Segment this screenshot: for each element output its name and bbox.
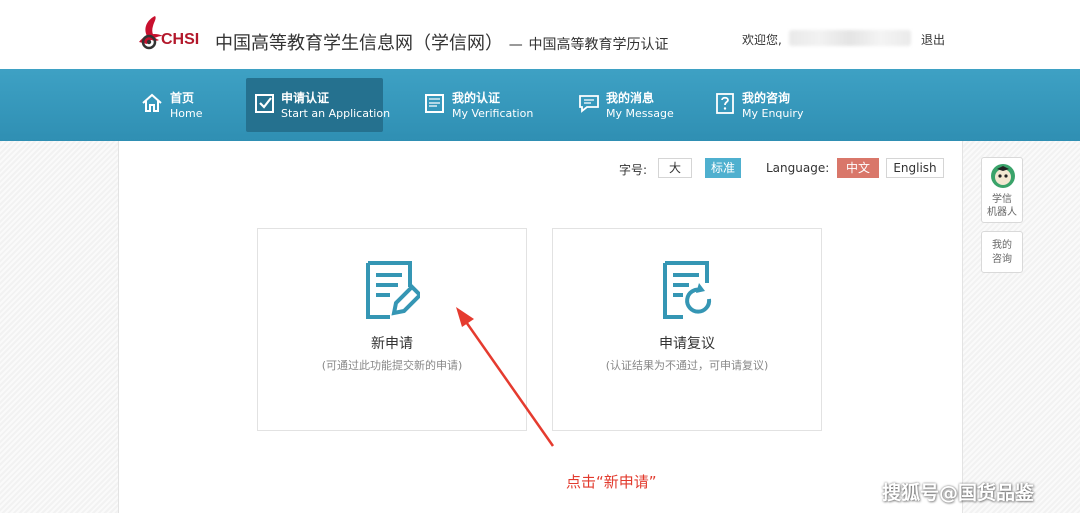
nav-label-en: My Verification xyxy=(452,107,534,120)
nav-label-zh: 我的咨询 xyxy=(742,91,791,105)
nav-label-zh: 我的认证 xyxy=(452,91,501,105)
watermark: 搜狐号@国货品鉴 xyxy=(882,482,1035,504)
language-label: Language: xyxy=(766,161,830,175)
nav-label-en: Start an Application xyxy=(281,107,391,120)
refresh-document-icon xyxy=(663,261,712,319)
robot-assistant-button[interactable]: 学信 机器人 xyxy=(981,157,1023,223)
nav-item-my-enquiry[interactable]: 我的咨询 My Enquiry xyxy=(706,78,816,132)
robot-label-line2: 机器人 xyxy=(987,207,1017,218)
nav-label-zh: 首页 xyxy=(170,91,195,105)
lang-zh-button[interactable]: 中文 xyxy=(837,158,879,178)
nav-item-my-verification[interactable]: 我的认证 My Verification xyxy=(416,78,536,132)
site-subtitle: 中国高等教育学历认证 xyxy=(528,37,669,53)
card-description: (认证结果为不通过，可申请复议) xyxy=(605,359,769,372)
annotation-text: 点击“新申请” xyxy=(566,473,657,491)
logout-link[interactable]: 退出 xyxy=(921,31,945,48)
site-header: CHSI 中国高等教育学生信息网（学信网） — 中国高等教育学历认证 欢迎您, … xyxy=(0,0,1080,69)
logo-text: CHSI xyxy=(161,31,200,48)
my-enquiry-side-button[interactable]: 我的 咨询 xyxy=(981,231,1023,273)
edit-document-icon xyxy=(366,261,420,319)
verification-icon xyxy=(425,94,444,113)
checkbox-icon xyxy=(255,94,274,113)
annotation-arrow xyxy=(456,307,555,447)
message-icon xyxy=(579,95,599,113)
nav-item-my-message[interactable]: 我的消息 My Message xyxy=(570,78,680,132)
enquiry-label-line2: 咨询 xyxy=(992,254,1012,265)
nav-label-zh: 申请认证 xyxy=(281,91,330,105)
card-title: 申请复议 xyxy=(659,336,715,352)
nav-item-start-application[interactable]: 申请认证 Start an Application xyxy=(246,78,390,132)
nav-label-en: My Enquiry xyxy=(742,107,804,120)
nav-label-zh: 我的消息 xyxy=(606,91,655,105)
font-size-label: 字号: xyxy=(619,163,648,177)
robot-label-line1: 学信 xyxy=(992,194,1012,205)
enquiry-label-line1: 我的 xyxy=(992,240,1012,251)
welcome-text: 欢迎您, xyxy=(742,33,782,47)
font-standard-button[interactable]: 标准 xyxy=(705,158,741,178)
site-title-dash: — xyxy=(508,37,523,53)
blurred-username xyxy=(789,30,911,46)
reconsideration-card[interactable]: 申请复议 (认证结果为不通过，可申请复议) xyxy=(552,228,822,431)
site-title: 中国高等教育学生信息网（学信网） — 中国高等教育学历认证 xyxy=(215,29,668,55)
robot-avatar-icon xyxy=(991,164,1015,188)
nav-label-en: Home xyxy=(170,107,203,120)
home-icon xyxy=(142,93,162,112)
main-nav: 首页 Home 申请认证 Start an Application 我的认证 M… xyxy=(0,69,1080,141)
site-title-main: 中国高等教育学生信息网（学信网） xyxy=(215,33,503,54)
nav-label-en: My Message xyxy=(606,107,674,120)
question-icon xyxy=(716,93,734,114)
font-large-button[interactable]: 大 xyxy=(658,158,692,178)
lang-en-button[interactable]: English xyxy=(886,158,944,178)
nav-item-home[interactable]: 首页 Home xyxy=(133,78,213,132)
